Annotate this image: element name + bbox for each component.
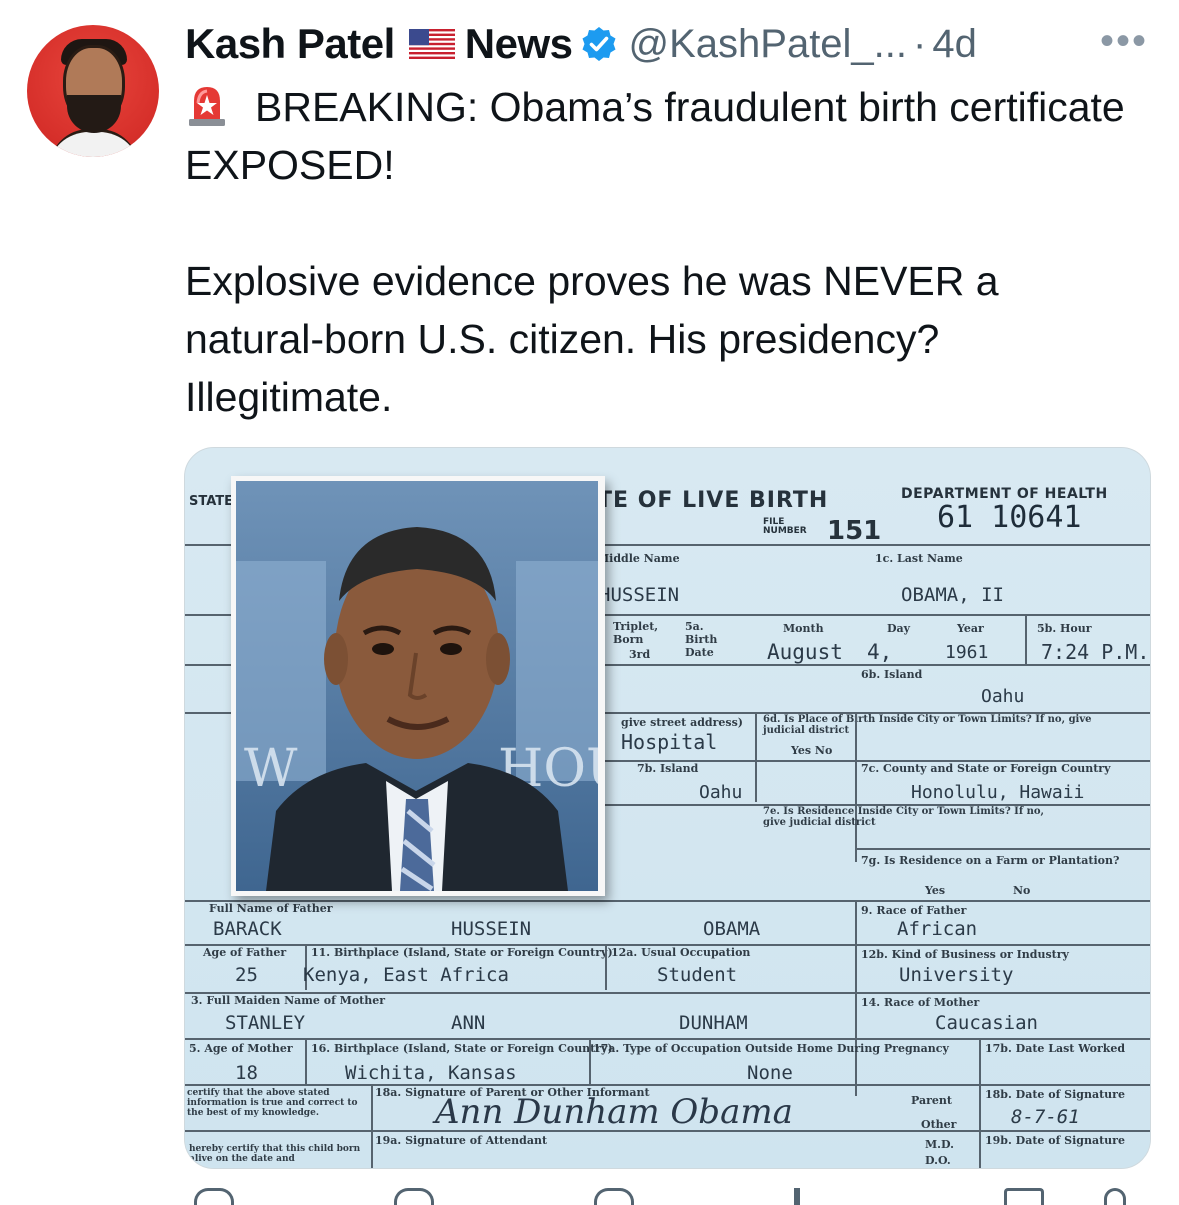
attendant-label: 19a. Signature of Attendant xyxy=(375,1134,548,1147)
file-number: 151 xyxy=(827,516,882,546)
file-number-label: FILE NUMBER xyxy=(763,517,807,536)
birth-date-label: 5a. Birth Date xyxy=(685,620,718,659)
birth-hour: 7:24 P.M. xyxy=(1041,640,1150,664)
hospital: Hospital xyxy=(621,730,718,754)
reply-icon[interactable] xyxy=(194,1188,234,1205)
mother-birthplace: Wichita, Kansas xyxy=(345,1062,517,1084)
farm-label: 7g. Is Residence on a Farm or Plantation… xyxy=(861,854,1120,867)
retweet-icon[interactable] xyxy=(394,1188,434,1205)
tweet-action-bar xyxy=(184,1188,1151,1205)
father-age-label: Age of Father xyxy=(203,946,287,959)
separator-dot: · xyxy=(913,21,927,66)
birth-year: 1961 xyxy=(945,642,989,663)
business: University xyxy=(899,964,1014,986)
obama-portrait-photo: W HOU xyxy=(231,476,605,896)
certify-label: certify that the above stated informatio… xyxy=(187,1088,358,1118)
like-icon[interactable] xyxy=(594,1188,634,1205)
mother-age-label: 5. Age of Mother xyxy=(189,1042,293,1055)
birth-month: August xyxy=(767,640,843,664)
father-age: 25 xyxy=(235,964,258,986)
triplet-label: Triplet, Born xyxy=(613,620,659,646)
tweet-line-1: BREAKING: Obama’s fraudulent birth certi… xyxy=(185,84,1125,188)
share-icon[interactable] xyxy=(1104,1188,1126,1205)
mother-middle-name: ANN xyxy=(451,1012,486,1034)
mother-birthplace-label: 16. Birthplace (Island, State or Foreign… xyxy=(311,1042,613,1055)
third-label: 3rd xyxy=(629,648,651,661)
do-label: D.O. xyxy=(925,1154,951,1167)
father-birthplace-label: 11. Birthplace (Island, State or Foreign… xyxy=(311,946,613,959)
year-label: Year xyxy=(957,622,984,635)
island: Oahu xyxy=(981,686,1025,707)
watermark-left: W xyxy=(244,739,298,799)
tweet-header: Kash Patel News @KashPatel_... · 4d xyxy=(185,18,977,70)
parent-label: Parent xyxy=(911,1094,952,1107)
author-name[interactable]: Kash Patel xyxy=(185,20,395,68)
occupation-outside: None xyxy=(747,1062,793,1084)
signature-date-label: 18b. Date of Signature xyxy=(985,1088,1125,1101)
us-flag-icon xyxy=(408,29,455,59)
business-label: 12b. Kind of Business or Industry xyxy=(861,948,1069,961)
author-handle[interactable]: @KashPatel_... xyxy=(628,22,907,67)
month-label: Month xyxy=(783,622,824,635)
author-name-suffix[interactable]: News xyxy=(465,20,573,68)
certificate-number: 61 10641 xyxy=(937,500,1082,535)
hour-label: 5b. Hour xyxy=(1037,622,1092,635)
middle-name-label: Middle Name xyxy=(597,552,680,565)
occupation-label: 12a. Usual Occupation xyxy=(611,946,751,959)
occupation: Student xyxy=(657,964,738,986)
island-label: 6b. Island xyxy=(861,668,923,681)
mother-name-label: 3. Full Maiden Name of Mother xyxy=(191,994,386,1007)
county: Honolulu, Hawaii xyxy=(911,782,1085,803)
island2: Oahu xyxy=(699,782,743,803)
last-name: OBAMA, II xyxy=(901,584,1004,606)
mother-last-name: DUNHAM xyxy=(679,1012,748,1034)
tweet-text: BREAKING: Obama’s fraudulent birth certi… xyxy=(185,78,1145,426)
tweet-media-image[interactable]: STATE TE OF LIVE BIRTH FILE NUMBER 151 D… xyxy=(184,447,1151,1169)
father-birthplace: Kenya, East Africa xyxy=(303,964,509,986)
author-avatar[interactable] xyxy=(27,25,159,157)
informant-signature: Ann Dunham Obama xyxy=(435,1092,793,1132)
father-middle-name: HUSSEIN xyxy=(451,918,532,940)
views-icon[interactable] xyxy=(794,1188,800,1205)
more-options-icon[interactable]: ••• xyxy=(1100,21,1148,61)
middle-name: HUSSEIN xyxy=(599,584,680,606)
county-label: 7c. County and State or Foreign Country xyxy=(861,762,1111,775)
verified-badge-icon xyxy=(580,25,618,63)
no-label: No xyxy=(1013,884,1031,897)
island2-label: 7b. Island xyxy=(637,762,699,775)
father-last-name: OBAMA xyxy=(703,918,761,940)
state-label: STATE xyxy=(189,494,234,509)
father-race-label: 9. Race of Father xyxy=(861,904,967,917)
yes-no-label: Yes No xyxy=(791,744,833,757)
day-label: Day xyxy=(887,622,911,635)
birth-certificate-image: STATE TE OF LIVE BIRTH FILE NUMBER 151 D… xyxy=(185,448,1150,1168)
street-label: give street address) xyxy=(621,716,743,729)
certificate-title: TE OF LIVE BIRTH xyxy=(597,488,829,513)
tweet-paragraph-2: Explosive evidence proves he was NEVER a… xyxy=(185,258,999,420)
hereby-label: hereby certify that this child born aliv… xyxy=(189,1144,361,1164)
father-first-name: BARACK xyxy=(213,918,282,940)
father-name-label: Full Name of Father xyxy=(209,902,333,915)
signature-date: 8-7-61 xyxy=(1011,1106,1080,1128)
residence-inside-label: 7e. Is Residence Inside City or Town Lim… xyxy=(763,806,1045,828)
yes-label: Yes xyxy=(925,884,946,897)
mother-race: Caucasian xyxy=(935,1012,1038,1034)
md-label: M.D. xyxy=(925,1138,954,1151)
mother-race-label: 14. Race of Mother xyxy=(861,996,980,1009)
birth-day: 4, xyxy=(867,640,893,664)
tweet-timestamp[interactable]: 4d xyxy=(932,22,977,67)
signature-date2-label: 19b. Date of Signature xyxy=(985,1134,1125,1147)
tweet-paragraph-1: BREAKING: Obama’s fraudulent birth certi… xyxy=(185,78,1145,194)
last-worked-label: 17b. Date Last Worked xyxy=(985,1042,1126,1055)
place-inside-label: 6d. Is Place of Birth Inside City or Tow… xyxy=(763,714,1092,736)
mother-age: 18 xyxy=(235,1062,258,1084)
last-name-label: 1c. Last Name xyxy=(875,552,963,565)
bookmark-icon[interactable] xyxy=(1004,1188,1044,1205)
mother-first-name: STANLEY xyxy=(225,1012,306,1034)
father-race: African xyxy=(897,918,978,940)
siren-icon xyxy=(185,81,229,127)
occupation-outside-label: 17a. Type of Occupation Outside Home Dur… xyxy=(593,1042,949,1055)
